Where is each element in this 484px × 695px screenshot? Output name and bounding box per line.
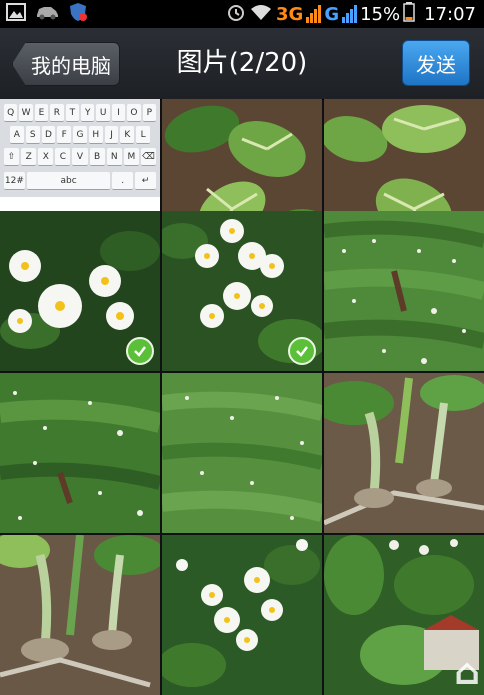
keyboard-key: 12#	[4, 172, 25, 190]
keyboard-key: Q	[4, 104, 18, 122]
keyboard-key: Z	[21, 148, 37, 166]
photo-thumbnail[interactable]	[162, 535, 322, 695]
keyboard-key: E	[34, 104, 49, 122]
keyboard-key: H	[88, 126, 103, 144]
network-g-label: G	[324, 3, 340, 25]
keyboard-key: N	[106, 148, 122, 166]
keyboard-row: 12# abc . ↵	[4, 172, 156, 190]
photo-thumbnail[interactable]	[324, 373, 484, 533]
keyboard-key: X	[38, 148, 54, 166]
keyboard-row: A S D F G H J K L	[10, 126, 151, 144]
keyboard-row: ⇧ Z X C V B N M ⌫	[4, 148, 156, 166]
send-button[interactable]: 发送	[402, 40, 470, 86]
field-photo	[0, 373, 160, 533]
photo-thumbnail[interactable]	[162, 373, 322, 533]
keyboard-key: R	[50, 104, 64, 122]
gallery-icon	[6, 3, 26, 25]
watermark-glyph: ⌂	[454, 652, 480, 693]
keyboard-key: T	[65, 104, 80, 122]
keyboard-key: C	[55, 148, 71, 166]
keyboard-spacebar: abc	[26, 172, 111, 190]
keyboard-key: Y	[81, 104, 95, 122]
back-button-label: 我的电脑	[31, 53, 111, 78]
selected-check-icon	[126, 337, 154, 365]
title-bar: 我的电脑 图片(2/20) 发送	[0, 28, 484, 100]
keyboard-key: O	[127, 104, 141, 122]
photo-thumbnail[interactable]	[162, 211, 322, 371]
battery-icon	[403, 2, 415, 26]
keyboard-key: J	[104, 126, 119, 144]
keyboard-key: K	[120, 126, 135, 144]
flowers-photo	[162, 535, 322, 695]
keyboard-key: ⌫	[140, 148, 156, 166]
keyboard-key: ↵	[135, 172, 156, 190]
keyboard-key: M	[123, 148, 139, 166]
keyboard-key: F	[57, 126, 72, 144]
photo-thumbnail[interactable]	[0, 535, 160, 695]
photo-grid: Q W E R T Y U I O P A S D F G H J K L ⇧ …	[0, 99, 484, 695]
keyboard-key: D	[41, 126, 56, 144]
keyboard-key: U	[96, 104, 110, 122]
keyboard-key: G	[73, 126, 87, 144]
status-time: 17:07	[424, 3, 476, 25]
photo-thumbnail[interactable]	[0, 211, 160, 371]
photo-thumbnail[interactable]	[324, 211, 484, 371]
keyboard-key: V	[72, 148, 88, 166]
keyboard-key: A	[10, 126, 24, 144]
stems-photo	[0, 535, 160, 695]
stems-photo	[324, 373, 484, 533]
keyboard-row: Q W E R T Y U I O P	[4, 104, 157, 122]
back-button[interactable]: 我的电脑	[12, 42, 120, 86]
keyboard-key: P	[142, 104, 157, 122]
send-button-label: 发送	[416, 52, 456, 77]
field-photo	[162, 373, 322, 533]
keyboard-key: L	[136, 126, 151, 144]
signal-3g-icon	[306, 5, 322, 23]
battery-percent: 15%	[360, 3, 401, 25]
car-icon	[35, 4, 59, 24]
keyboard-key: B	[89, 148, 105, 166]
field-photo	[324, 211, 484, 371]
wifi-icon	[249, 3, 273, 25]
signal-g-icon	[342, 5, 358, 23]
keyboard-key: W	[19, 104, 33, 122]
keyboard-key: .	[112, 172, 134, 190]
keyboard-key: I	[111, 104, 126, 122]
network-3g-label: 3G	[276, 3, 304, 25]
photo-thumbnail[interactable]	[0, 373, 160, 533]
selected-check-icon	[288, 337, 316, 365]
alarm-icon	[226, 2, 246, 26]
keyboard-key: ⇧	[4, 148, 20, 166]
shield-icon	[68, 2, 88, 26]
photo-thumbnail[interactable]: ⌂	[324, 535, 484, 695]
keyboard-key: S	[25, 126, 40, 144]
status-bar: 3G G 15% 17:07	[0, 0, 484, 28]
